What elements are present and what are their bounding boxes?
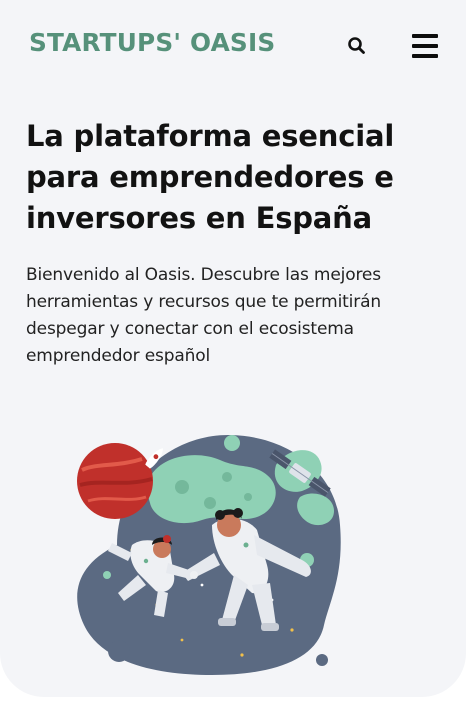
hamburger-menu-icon-bar <box>412 44 438 48</box>
search-button[interactable] <box>345 34 369 58</box>
hero-description: Bienvenido al Oasis. Descubre las mejore… <box>26 265 381 366</box>
astronauts-illustration <box>62 425 362 680</box>
space-illustration-image <box>77 434 341 675</box>
top-navigation-bar: STARTUPS' OASIS <box>0 0 466 96</box>
page: STARTUPS' OASIS La plataforma esencial p… <box>0 0 466 697</box>
site-logo[interactable]: STARTUPS' OASIS <box>29 30 275 55</box>
hamburger-menu-icon <box>412 34 438 38</box>
search-icon <box>348 37 365 54</box>
hamburger-menu-icon-bar <box>412 54 438 58</box>
hero-title: La plataforma esencial para emprendedore… <box>26 119 395 235</box>
menu-button[interactable] <box>410 31 442 61</box>
